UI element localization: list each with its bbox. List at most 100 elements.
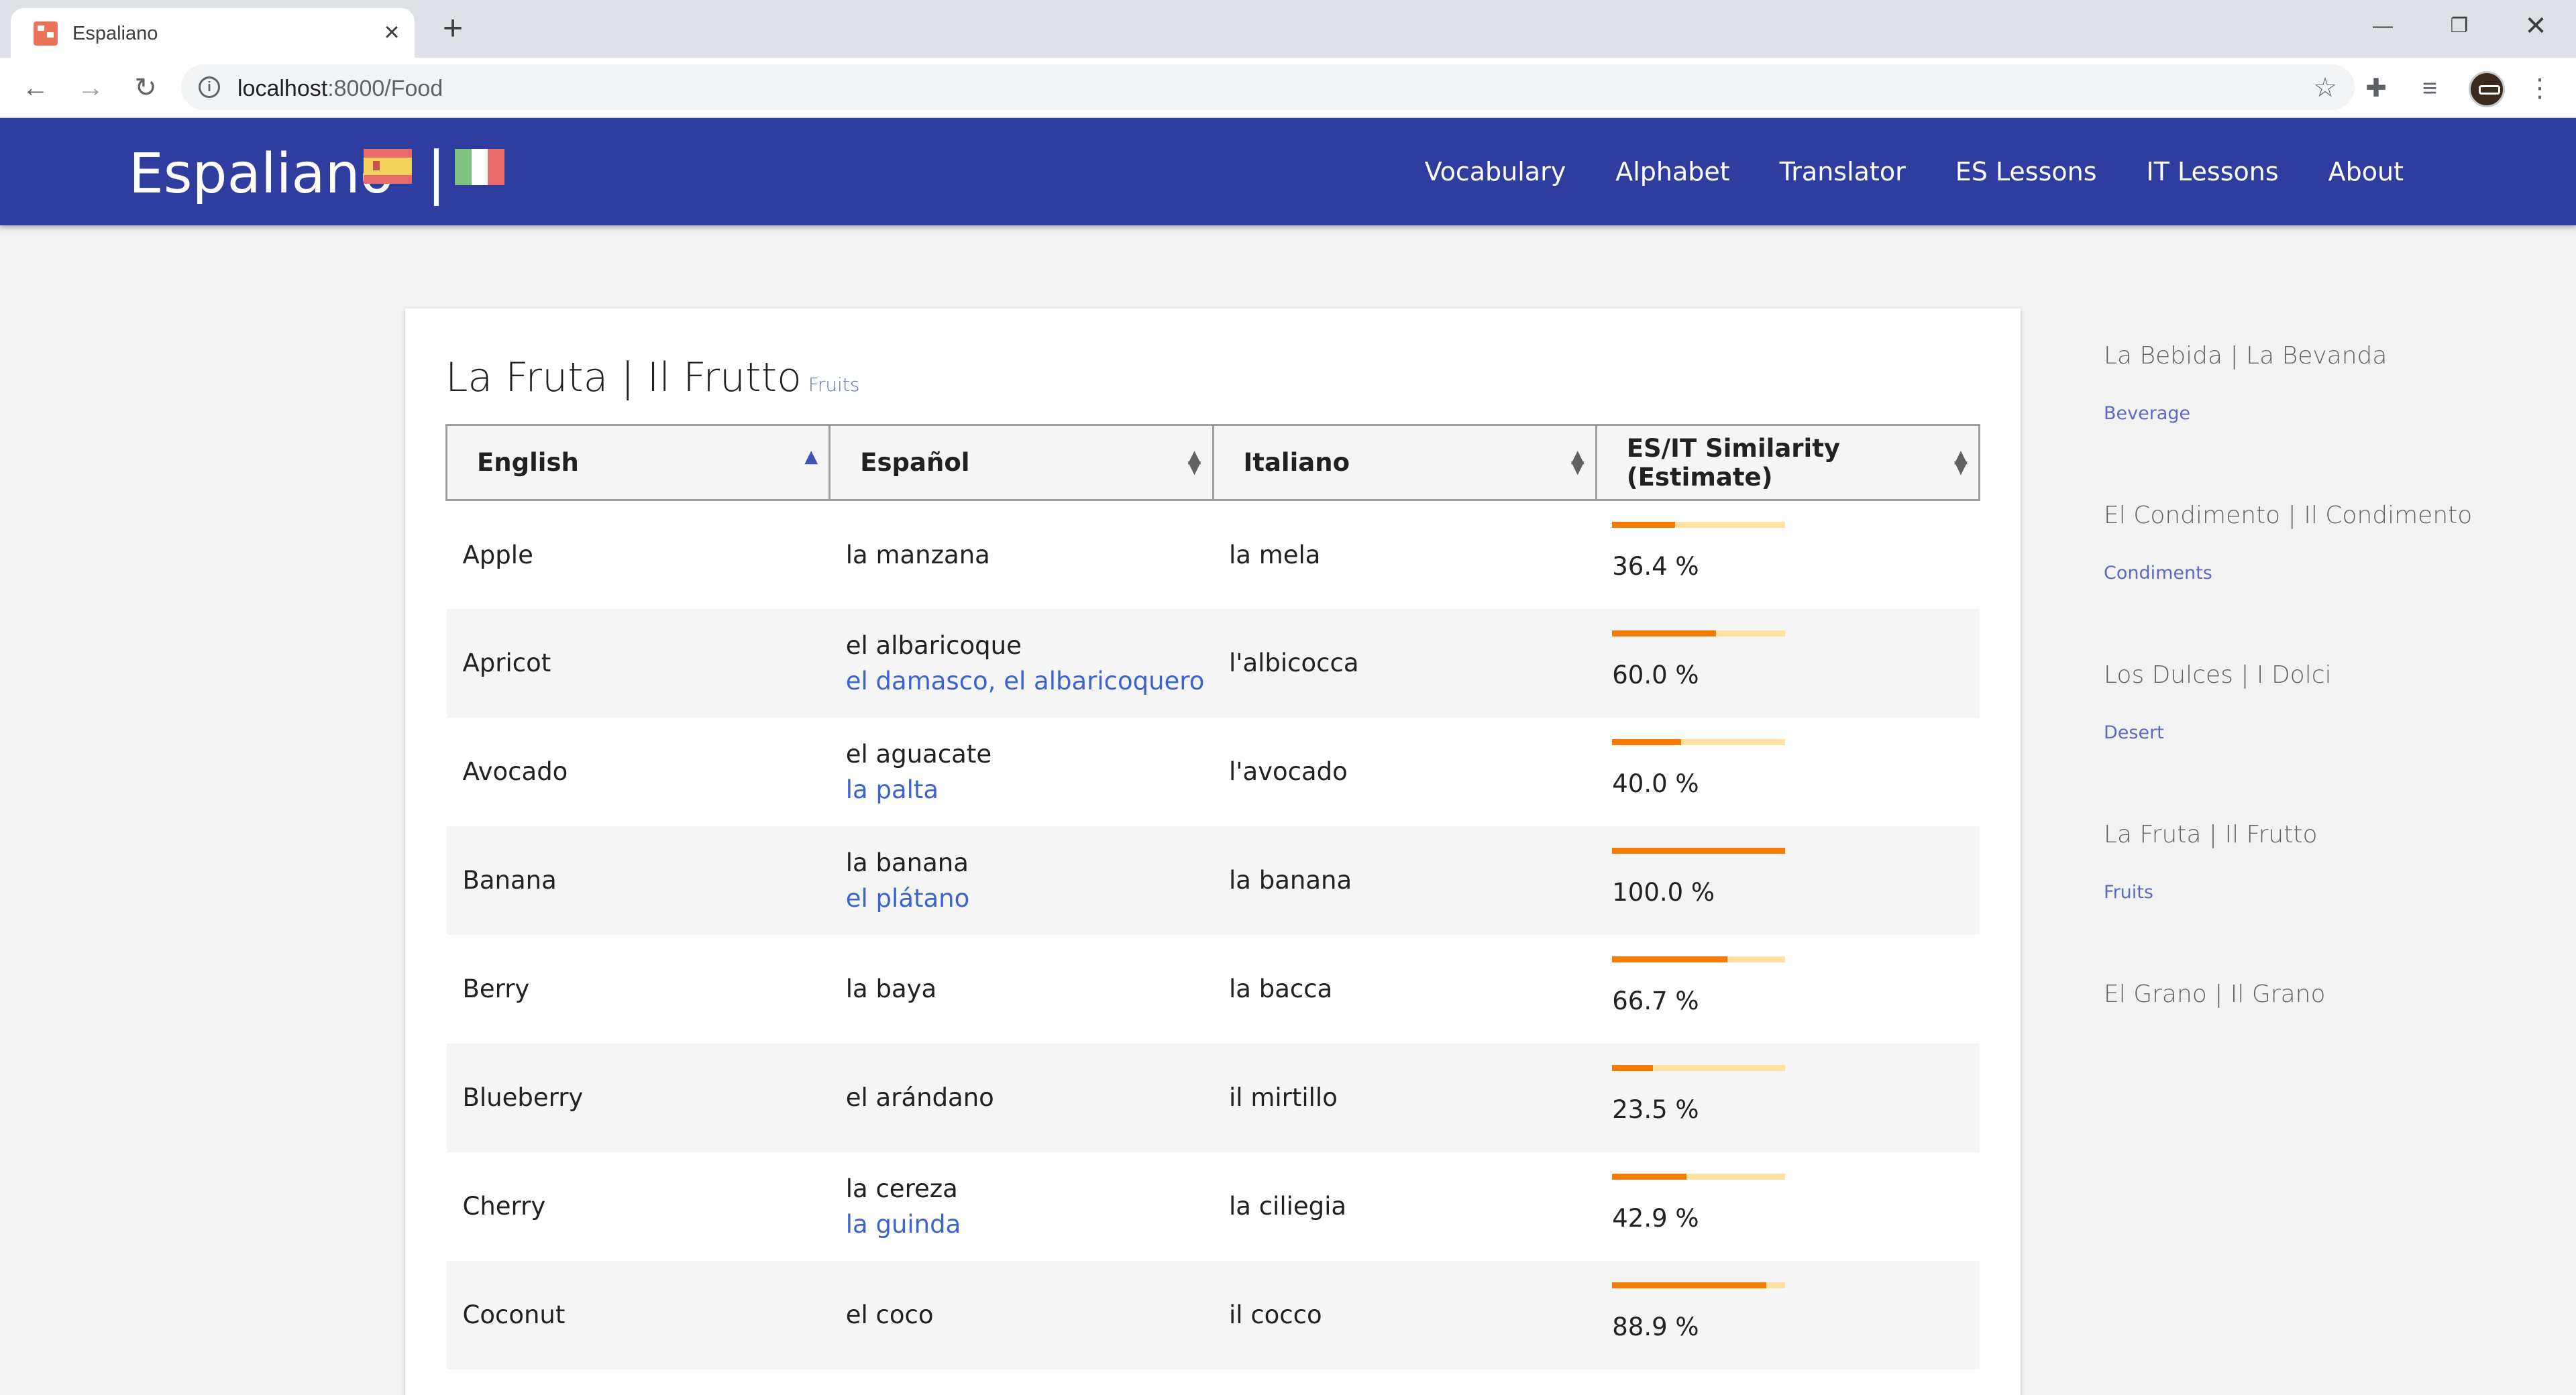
sidebar-category-subtitle[interactable]: Condiments <box>2104 563 2506 583</box>
column-header-similarity[interactable]: ES/IT Similarity (Estimate) ▲ ▼ <box>1595 424 1981 501</box>
similarity-value: 66.7 % <box>1612 986 1699 1015</box>
new-tab-icon[interactable]: + <box>436 11 470 46</box>
profile-avatar[interactable] <box>2469 71 2505 107</box>
similarity-cell: 42.9 % <box>1596 1152 1979 1261</box>
english-cell: Banana <box>446 826 830 935</box>
sidebar-category-title[interactable]: El Grano | Il Grano <box>2104 981 2506 1008</box>
espanol-cell: la manzana <box>830 500 1213 609</box>
sidebar-category-title[interactable]: Los Dulces | I Dolci <box>2104 661 2506 689</box>
app-header: Espaliano | Vocabulary Alphabet Translat… <box>0 118 2576 225</box>
minimize-icon[interactable]: — <box>2363 9 2403 43</box>
nav-es-lessons[interactable]: ES Lessons <box>1931 118 2122 225</box>
italiano-cell: la banana <box>1213 826 1597 935</box>
espanol-cell: la baya <box>830 935 1213 1044</box>
favicon-icon <box>34 21 58 46</box>
similarity-bar <box>1612 1064 1786 1071</box>
espanol-alternative: la guinda <box>845 1209 961 1239</box>
address-bar[interactable]: i localhost:8000/Food ☆ <box>181 64 2355 110</box>
table-row: Apricot el albaricoque el damasco, el alba… <box>446 608 1980 718</box>
brand-separator: | <box>427 140 446 207</box>
italy-flag-icon <box>455 149 504 185</box>
table-row: Apple la manzana la mela 36.4 % <box>447 500 1980 609</box>
close-window-icon[interactable]: ✕ <box>2516 9 2556 43</box>
category-subtitle: Fruits <box>808 374 860 396</box>
espanol-cell: la cereza la guinda <box>830 1152 1213 1261</box>
similarity-bar <box>1612 522 1786 528</box>
category-sidebar: La Bebida | La Bevanda Beverage El Condime… <box>2104 342 2506 1140</box>
spain-flag-icon <box>364 149 412 184</box>
similarity-value: 88.9 % <box>1612 1312 1699 1341</box>
espanol-word: el aguacate <box>845 739 992 769</box>
espanol-alternative: el damasco, el albaricoquero <box>845 666 1205 695</box>
similarity-bar <box>1612 956 1786 962</box>
table-row: Banana la banana el plátano la banana 100.0 … <box>446 826 1980 935</box>
nav-vocabulary[interactable]: Vocabulary <box>1400 118 1591 225</box>
brand-logo-text[interactable]: Espaliano <box>129 142 394 206</box>
nav-alphabet[interactable]: Alphabet <box>1591 118 1754 225</box>
reload-icon[interactable]: ↻ <box>127 70 164 106</box>
similarity-cell: 100.0 % <box>1596 826 1980 935</box>
similarity-value: 100.0 % <box>1612 877 1715 907</box>
column-header-italiano[interactable]: Italiano ▲ ▼ <box>1212 424 1597 501</box>
similarity-bar-fill <box>1612 847 1786 854</box>
close-tab-icon[interactable]: × <box>378 19 405 46</box>
english-cell: Berry <box>462 974 530 1003</box>
sidebar-category-item[interactable]: Los Dulces | I Dolci Desert <box>2104 661 2506 821</box>
extensions-icon[interactable]: ✚ <box>2360 72 2392 105</box>
sidebar-category-item[interactable]: El Condimento | Il Condimento Condiments <box>2104 502 2506 661</box>
sidebar-category-title[interactable]: La Fruta | Il Frutto <box>2104 821 2506 848</box>
similarity-bar-fill <box>1612 738 1682 745</box>
browser-tab-strip: Espaliano × + — ❐ ✕ <box>0 0 2576 58</box>
similarity-cell: 60.0 % <box>1596 608 1980 718</box>
tab-title: Espaliano <box>72 23 158 44</box>
forward-icon[interactable]: → <box>72 70 109 106</box>
sidebar-category-subtitle[interactable]: Desert <box>2104 722 2506 743</box>
similarity-bar-fill <box>1612 630 1717 636</box>
similarity-bar-fill <box>1612 1064 1653 1071</box>
espanol-cell: el coco <box>829 1260 1213 1370</box>
more-menu-icon[interactable]: ⋮ <box>2524 72 2556 105</box>
espanol-alternative: la palta <box>845 775 939 804</box>
similarity-cell: 23.5 % <box>1596 1043 1980 1152</box>
similarity-bar <box>1612 630 1786 636</box>
english-cell: Coconut <box>446 1260 830 1370</box>
similarity-value: 23.5 % <box>1612 1095 1699 1124</box>
column-header-english[interactable]: English ▲ <box>445 424 831 501</box>
espanol-word: la banana <box>845 848 969 877</box>
similarity-cell: 36.4 % <box>1596 500 1979 609</box>
nav-it-lessons[interactable]: IT Lessons <box>2122 118 2304 225</box>
browser-toolbar: ← → ↻ i localhost:8000/Food ☆ ✚ ≡ ⋮ <box>0 58 2576 118</box>
vocabulary-table: English ▲ Español ▲ ▼ Italiano ▲ ▼ ES/IT Simi… <box>445 424 1981 1370</box>
espanol-word: el coco <box>845 1300 934 1329</box>
similarity-bar-fill <box>1612 1173 1686 1180</box>
sort-icon[interactable]: ▲ ▼ <box>1954 448 1968 476</box>
sidebar-category-subtitle[interactable]: Fruits <box>2104 882 2506 903</box>
site-info-icon[interactable]: i <box>199 76 220 98</box>
table-row: Cherry la cereza la guinda la ciliegia 42.9 … <box>447 1152 1980 1261</box>
sidebar-category-item[interactable]: El Grano | Il Grano <box>2104 981 2506 1140</box>
card-title: La Fruta | Il Frutto Fruits <box>445 354 859 401</box>
column-header-espanol[interactable]: Español ▲ ▼ <box>828 424 1214 501</box>
espanol-alternative: el plátano <box>845 883 970 913</box>
nav-translator[interactable]: Translator <box>1755 118 1931 225</box>
similarity-bar <box>1612 1173 1786 1180</box>
sidebar-category-subtitle[interactable]: Beverage <box>2104 403 2506 424</box>
sort-icon[interactable]: ▲ ▼ <box>1188 448 1201 476</box>
sidebar-category-item[interactable]: La Bebida | La Bevanda Beverage <box>2104 342 2506 502</box>
english-cell: Cherry <box>462 1192 546 1221</box>
browser-tab[interactable]: Espaliano × <box>11 8 415 58</box>
sort-ascending-icon[interactable]: ▲ <box>804 448 818 465</box>
back-icon[interactable]: ← <box>17 70 54 106</box>
english-cell: Apple <box>462 540 533 569</box>
sidebar-category-title[interactable]: La Bebida | La Bevanda <box>2104 342 2506 370</box>
italiano-cell: il mirtillo <box>1213 1043 1597 1152</box>
nav-about[interactable]: About <box>2304 118 2428 225</box>
table-row: Coconut el coco il cocco 88.9 % <box>446 1260 1980 1370</box>
media-playlist-icon[interactable]: ≡ <box>2414 72 2446 105</box>
category-title: La Fruta | Il Frutto <box>445 354 802 401</box>
restore-icon[interactable]: ❐ <box>2439 9 2479 43</box>
sidebar-category-item[interactable]: La Fruta | Il Frutto Fruits <box>2104 821 2506 981</box>
sidebar-category-title[interactable]: El Condimento | Il Condimento <box>2104 502 2506 529</box>
bookmark-star-icon[interactable]: ☆ <box>2313 72 2337 103</box>
sort-icon[interactable]: ▲ ▼ <box>1571 448 1585 476</box>
